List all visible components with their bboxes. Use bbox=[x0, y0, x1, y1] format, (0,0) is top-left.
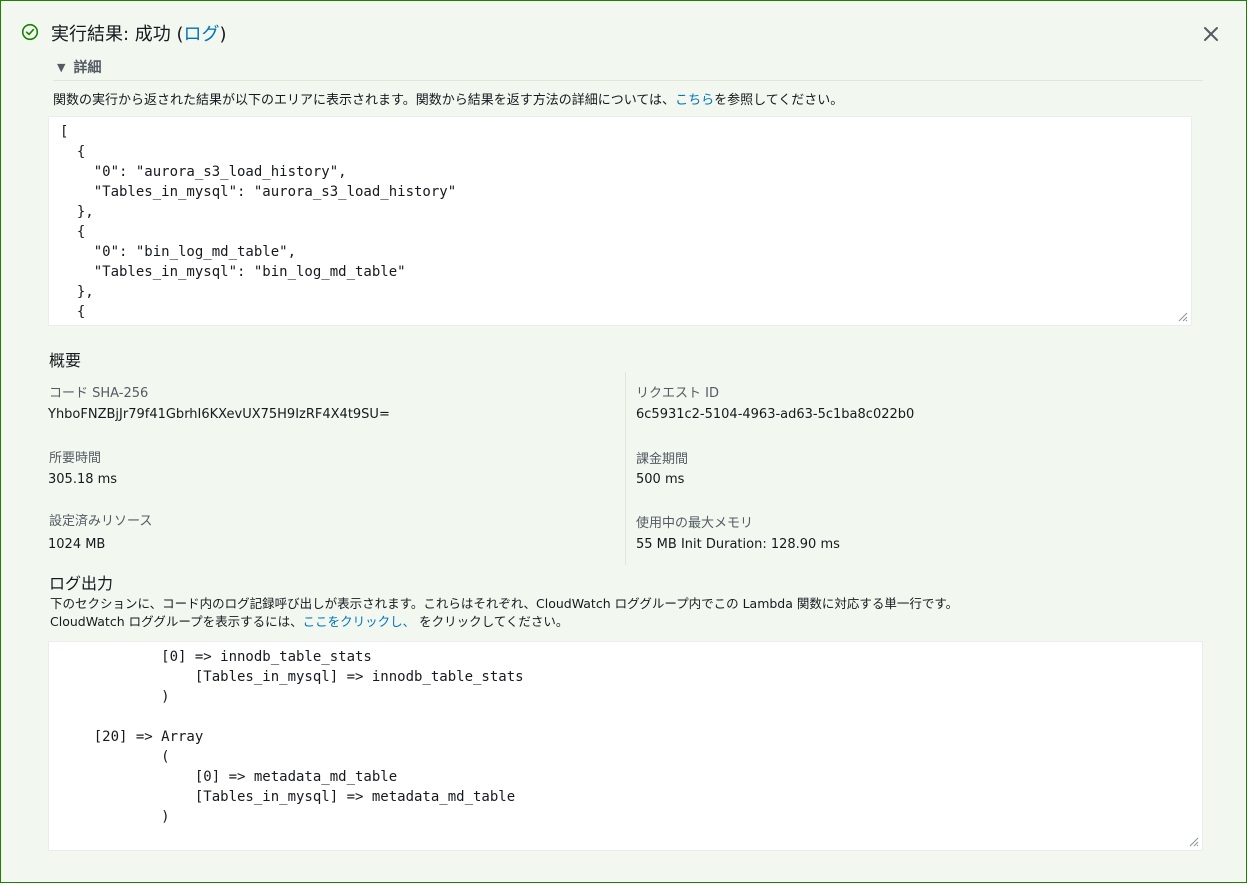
request-id-label: リクエスト ID bbox=[636, 386, 719, 401]
result-title-prefix: 実行結果: 成功 ( bbox=[51, 24, 184, 45]
cloudwatch-log-group-link[interactable]: ここをクリックし、 bbox=[303, 614, 416, 629]
billed-duration-label: 課金期間 bbox=[636, 452, 689, 467]
log-output-textarea[interactable]: [0] => innodb_table_stats [Tables_in_mys… bbox=[48, 641, 1203, 851]
request-id-value: 6c5931c2-5104-4963-ad63-5c1ba8c022b0 bbox=[636, 407, 915, 422]
resources-value: 1024 MB bbox=[48, 537, 106, 552]
details-help-link[interactable]: こちら bbox=[675, 93, 714, 108]
details-description-prefix: 関数の実行から返された結果が以下のエリアに表示されます。関数から結果を返す方法の… bbox=[53, 93, 676, 108]
result-title-suffix: ) bbox=[219, 24, 227, 45]
result-text: [ { "0": "aurora_s3_load_history", "Tabl… bbox=[60, 124, 457, 320]
details-description: 関数の実行から返された結果が以下のエリアに表示されます。関数から結果を返す方法の… bbox=[53, 91, 843, 111]
log-description-line2: CloudWatch ロググループを表示するには、ここをクリックし、 をクリック… bbox=[50, 613, 958, 631]
resize-grip-icon[interactable] bbox=[1187, 835, 1199, 847]
close-button[interactable] bbox=[1196, 19, 1226, 49]
summary-title: 概要 bbox=[49, 351, 82, 370]
result-textarea[interactable]: [ { "0": "aurora_s3_load_history", "Tabl… bbox=[48, 116, 1192, 326]
log-description-line2-suffix: をクリックしてください。 bbox=[415, 614, 569, 629]
log-description-line1: 下のセクションに、コード内のログ記録呼び出しが表示されます。これらはそれぞれ、C… bbox=[50, 596, 959, 611]
log-output-title: ログ出力 bbox=[49, 574, 114, 593]
close-icon bbox=[1204, 27, 1218, 41]
log-link[interactable]: ログ bbox=[184, 24, 220, 45]
details-description-suffix: を参照してください。 bbox=[714, 93, 844, 108]
check-circle-icon bbox=[21, 23, 39, 41]
details-toggle[interactable]: ▼ 詳細 bbox=[57, 57, 101, 77]
caret-down-icon: ▼ bbox=[57, 60, 66, 74]
log-output-text: [0] => innodb_table_stats [Tables_in_mys… bbox=[93, 649, 524, 825]
max-memory-label: 使用中の最大メモリ bbox=[636, 516, 754, 531]
max-memory-value: 55 MB Init Duration: 128.90 ms bbox=[636, 537, 840, 552]
resize-grip-icon[interactable] bbox=[1176, 310, 1188, 322]
details-toggle-label: 詳細 bbox=[73, 60, 102, 76]
result-title: 実行結果: 成功 (ログ) bbox=[51, 20, 227, 50]
log-description: 下のセクションに、コード内のログ記録呼び出しが表示されます。これらはそれぞれ、C… bbox=[50, 595, 958, 631]
summary-column-divider bbox=[625, 372, 626, 565]
execution-result-panel: 実行結果: 成功 (ログ) ▼ 詳細 関数の実行から返された結果が以下のエリアに… bbox=[0, 0, 1247, 883]
code-sha-value: YhboFNZBjJr79f41GbrhI6KXevUX75H9IzRF4X4t… bbox=[48, 407, 390, 422]
duration-label: 所要時間 bbox=[49, 451, 102, 466]
result-header: 実行結果: 成功 (ログ) bbox=[21, 19, 1226, 51]
duration-value: 305.18 ms bbox=[48, 472, 118, 487]
code-sha-label: コード SHA-256 bbox=[49, 386, 149, 401]
resources-label: 設定済みリソース bbox=[49, 514, 153, 529]
details-divider bbox=[53, 80, 1203, 81]
billed-duration-value: 500 ms bbox=[636, 472, 685, 487]
log-description-line2-prefix: CloudWatch ロググループを表示するには、 bbox=[50, 614, 303, 629]
